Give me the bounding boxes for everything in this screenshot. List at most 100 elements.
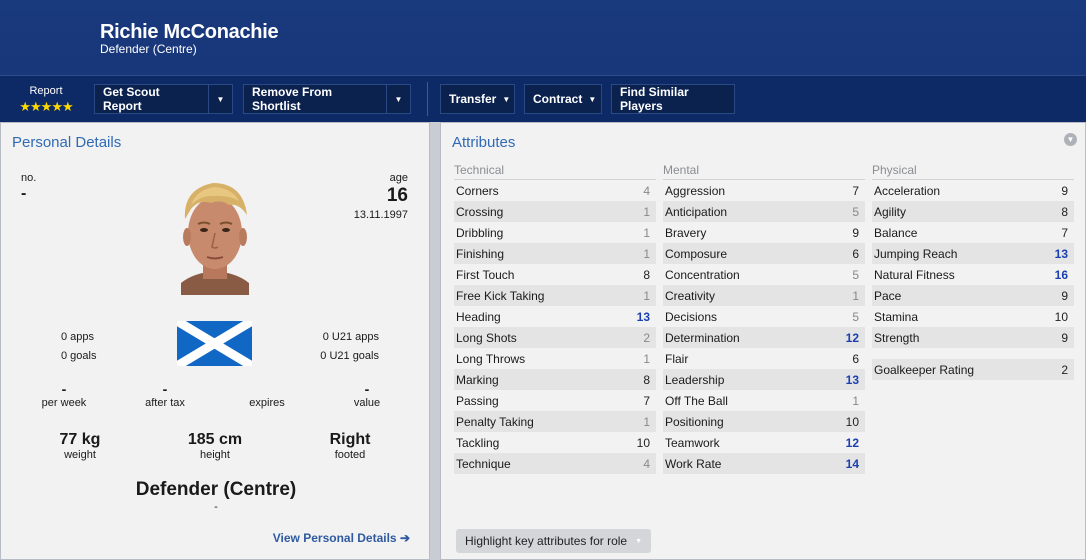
- attribute-row[interactable]: Bravery 9: [663, 222, 865, 243]
- attribute-name: Technique: [456, 456, 511, 471]
- attribute-row[interactable]: Positioning 10: [663, 411, 865, 432]
- attribute-value: 2: [643, 330, 650, 345]
- attribute-row[interactable]: Work Rate 14: [663, 453, 865, 474]
- attribute-row[interactable]: Finishing 1: [454, 243, 656, 264]
- chevron-down-icon: ▼: [635, 537, 643, 545]
- attribute-value: 8: [643, 267, 650, 282]
- attribute-value: 4: [643, 456, 650, 471]
- attribute-value: 1: [643, 414, 650, 429]
- goalkeeper-rating-row: Goalkeeper Rating 2: [872, 359, 1074, 380]
- attribute-row[interactable]: Creativity 1: [663, 285, 865, 306]
- find-similar-players-button[interactable]: Find Similar Players: [611, 84, 735, 114]
- attribute-value: 10: [1054, 309, 1068, 324]
- attribute-name: Bravery: [665, 225, 707, 240]
- expires-label: expires: [249, 397, 285, 409]
- attribute-value: 7: [1061, 225, 1068, 240]
- attribute-name: Off The Ball: [665, 393, 728, 408]
- attribute-row[interactable]: Balance 7: [872, 222, 1074, 243]
- get-scout-report-label[interactable]: Get Scout Report: [95, 85, 208, 113]
- attribute-row[interactable]: Agility 8: [872, 201, 1074, 222]
- height-stat: 185 cm height: [170, 431, 260, 461]
- attribute-row[interactable]: Natural Fitness 16: [872, 264, 1074, 285]
- attribute-name: Creativity: [665, 288, 716, 303]
- attribute-row[interactable]: Stamina 10: [872, 306, 1074, 327]
- footed-label: footed: [334, 449, 366, 461]
- attribute-value: 10: [636, 435, 650, 450]
- chevron-down-icon[interactable]: ▼: [386, 85, 410, 113]
- collapse-chevron-icon[interactable]: ▼: [1064, 133, 1077, 146]
- attribute-row[interactable]: Free Kick Taking 1: [454, 285, 656, 306]
- attribute-row[interactable]: Jumping Reach 13: [872, 243, 1074, 264]
- technical-column: Technical Corners 4 Crossing 1 Dribbling 1 Fin…: [454, 163, 656, 474]
- transfer-button[interactable]: Transfer ▼: [440, 84, 515, 114]
- attribute-row[interactable]: Flair 6: [663, 348, 865, 369]
- attribute-value: 8: [1061, 204, 1068, 219]
- attribute-value: 5: [852, 309, 859, 324]
- attribute-value: 2: [1061, 362, 1068, 377]
- attribute-value: 9: [852, 225, 859, 240]
- goals-count: 0 goals: [61, 350, 97, 362]
- physical-header: Physical: [872, 163, 1074, 180]
- attribute-row[interactable]: Anticipation 5: [663, 201, 865, 222]
- attribute-name: Goalkeeper Rating: [874, 362, 975, 377]
- attribute-row[interactable]: First Touch 8: [454, 264, 656, 285]
- report-rating[interactable]: Report ★★★★★: [12, 85, 80, 115]
- attribute-value: 9: [1061, 183, 1068, 198]
- senior-stats: 0 apps 0 goals: [61, 328, 96, 366]
- attribute-name: Work Rate: [665, 456, 722, 471]
- attribute-row[interactable]: Aggression 7: [663, 180, 865, 201]
- attribute-value: 1: [643, 288, 650, 303]
- chevron-down-icon[interactable]: ▼: [208, 85, 232, 113]
- attribute-value: 12: [845, 330, 859, 345]
- attribute-value: 1: [643, 246, 650, 261]
- attribute-row[interactable]: Teamwork 12: [663, 432, 865, 453]
- remove-shortlist-label[interactable]: Remove From Shortlist: [244, 85, 386, 113]
- weight-label: weight: [64, 449, 96, 461]
- attribute-row[interactable]: Pace 9: [872, 285, 1074, 306]
- attribute-row[interactable]: Tackling 10: [454, 432, 656, 453]
- attribute-row[interactable]: Technique 4: [454, 453, 656, 474]
- attribute-row[interactable]: Decisions 5: [663, 306, 865, 327]
- attribute-row[interactable]: Dribbling 1: [454, 222, 656, 243]
- attribute-row[interactable]: Off The Ball 1: [663, 390, 865, 411]
- attribute-row[interactable]: Acceleration 9: [872, 180, 1074, 201]
- attribute-value: 10: [845, 414, 859, 429]
- height-label: height: [200, 449, 230, 461]
- attribute-row[interactable]: Long Shots 2: [454, 327, 656, 348]
- attribute-row[interactable]: Composure 6: [663, 243, 865, 264]
- attribute-row[interactable]: Marking 8: [454, 369, 656, 390]
- get-scout-report-button[interactable]: Get Scout Report ▼: [94, 84, 233, 114]
- attribute-value: 9: [1061, 288, 1068, 303]
- value-label: value: [353, 397, 381, 409]
- attributes-panel: Attributes ▼ Technical Corners 4 Crossing 1…: [440, 122, 1086, 560]
- attribute-name: Finishing: [456, 246, 505, 261]
- mental-header: Mental: [663, 163, 865, 180]
- highlight-key-attributes-button[interactable]: Highlight key attributes for role ▼: [456, 529, 652, 553]
- attribute-row[interactable]: Concentration 5: [663, 264, 865, 285]
- attribute-row[interactable]: Crossing 1: [454, 201, 656, 222]
- player-face-image: [181, 183, 249, 295]
- attribute-row[interactable]: Leadership 13: [663, 369, 865, 390]
- attribute-row[interactable]: Heading 13: [454, 306, 656, 327]
- mental-column: Mental Aggression 7 Anticipation 5 Bravery 9 C…: [663, 163, 865, 474]
- attribute-row[interactable]: Penalty Taking 1: [454, 411, 656, 432]
- attribute-row[interactable]: Corners 4: [454, 180, 656, 201]
- chevron-down-icon: ▼: [588, 94, 597, 104]
- view-personal-details-link[interactable]: View Personal Details ➔: [273, 531, 410, 545]
- physical-column: Physical Acceleration 9 Agility 8 Balance 7 Ju…: [872, 163, 1074, 380]
- player-name: Richie McConachie: [100, 21, 279, 43]
- attribute-name: Crossing: [456, 204, 504, 219]
- attribute-value: 5: [852, 267, 859, 282]
- contract-label: Contract: [533, 92, 583, 106]
- attribute-name: Positioning: [665, 414, 724, 429]
- remove-shortlist-button[interactable]: Remove From Shortlist ▼: [243, 84, 411, 114]
- attribute-row[interactable]: Determination 12: [663, 327, 865, 348]
- attribute-name: Free Kick Taking: [456, 288, 545, 303]
- attribute-row[interactable]: Long Throws 1: [454, 348, 656, 369]
- attribute-value: 13: [636, 309, 650, 324]
- attribute-row[interactable]: Passing 7: [454, 390, 656, 411]
- date-of-birth: 13.11.1997: [353, 209, 408, 221]
- attribute-row[interactable]: Strength 9: [872, 327, 1074, 348]
- attribute-value: 16: [1054, 267, 1068, 282]
- contract-button[interactable]: Contract ▼: [524, 84, 602, 114]
